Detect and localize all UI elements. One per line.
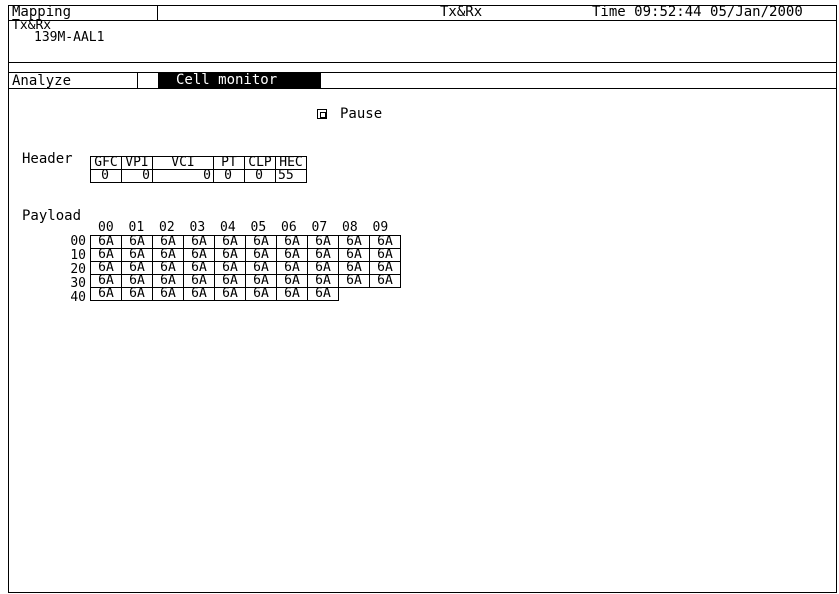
payload-cell[interactable]: 6A (369, 274, 401, 288)
payload-row: 6A 6A 6A 6A 6A 6A 6A 6A (90, 287, 401, 301)
titlebar-center: Tx&Rx (440, 4, 483, 20)
payload-col-header: 03 (189, 220, 206, 235)
time-value: 09:52:44 (634, 4, 702, 20)
payload-cell[interactable]: 6A (307, 287, 339, 301)
header-label: Header (22, 151, 73, 167)
mode-label[interactable]: Mapping (12, 5, 71, 19)
payload-col-header: 05 (250, 220, 267, 235)
payload-cell[interactable]: 6A (338, 274, 370, 288)
tabs-bottom-line (8, 88, 837, 89)
payload-table: 6A 6A 6A 6A 6A 6A 6A 6A 6A 6A 6A 6A 6A 6A 6A 6A 6A 6A 6A 6A… (90, 235, 401, 301)
subtitle-divider (8, 62, 837, 63)
tab-analyze[interactable]: Analyze (12, 74, 71, 88)
payload-col-header: 02 (159, 220, 175, 235)
header-val-pt[interactable]: 0 (213, 169, 245, 183)
header-val-clp[interactable]: 0 (244, 169, 276, 183)
header-table: GFC VPI VCI PT CLP HEC 0 0 0 0 0 55 (90, 156, 307, 183)
payload-col-header: 08 (342, 220, 358, 235)
payload-col-header: 04 (220, 220, 236, 235)
payload-col-header: 06 (281, 220, 297, 235)
payload-cell[interactable]: 6A (214, 287, 246, 301)
pause-label: Pause (340, 106, 383, 122)
clock: Time 09:52:44 05/Jan/2000 (592, 5, 803, 19)
tabs-top-line (8, 72, 837, 73)
payload-row-header: 10 (70, 248, 86, 263)
payload-cell[interactable]: 6A (245, 287, 277, 301)
header-columns-row: GFC VPI VCI PT CLP HEC (90, 156, 307, 170)
payload-cell[interactable]: 6A (276, 287, 308, 301)
payload-cell[interactable]: 6A (121, 287, 153, 301)
payload-cell[interactable]: 6A (183, 287, 215, 301)
titlebar-separator (157, 5, 158, 20)
subtitle-line2: 139M-AAL1 (34, 30, 105, 45)
payload-cell[interactable]: 6A (90, 287, 122, 301)
payload-row-header: 40 (70, 290, 86, 305)
header-values-row: 0 0 0 0 0 55 (90, 169, 307, 183)
payload-col-header: 01 (128, 220, 145, 235)
header-val-gfc[interactable]: 0 (90, 169, 122, 183)
tab-separator (137, 72, 138, 88)
tab-cell-monitor[interactable]: Cell monitor (158, 73, 321, 88)
header-val-vci[interactable]: 0 (152, 169, 214, 183)
payload-col-header: 00 (98, 220, 114, 235)
payload-col-header: 07 (311, 220, 328, 235)
header-val-vpi[interactable]: 0 (121, 169, 153, 183)
payload-row-header: 30 (70, 276, 86, 291)
payload-cell[interactable]: 6A (152, 287, 184, 301)
payload-col-header: 09 (372, 220, 389, 235)
time-label: Time (592, 4, 626, 20)
payload-label: Payload (22, 208, 82, 224)
pause-checkbox[interactable] (317, 109, 327, 119)
date-value: 05/Jan/2000 (710, 4, 803, 20)
header-val-hec[interactable]: 55 (275, 169, 307, 183)
payload-row-header: 00 (70, 234, 86, 249)
payload-row-header: 20 (70, 262, 86, 277)
titlebar-divider (8, 20, 837, 21)
